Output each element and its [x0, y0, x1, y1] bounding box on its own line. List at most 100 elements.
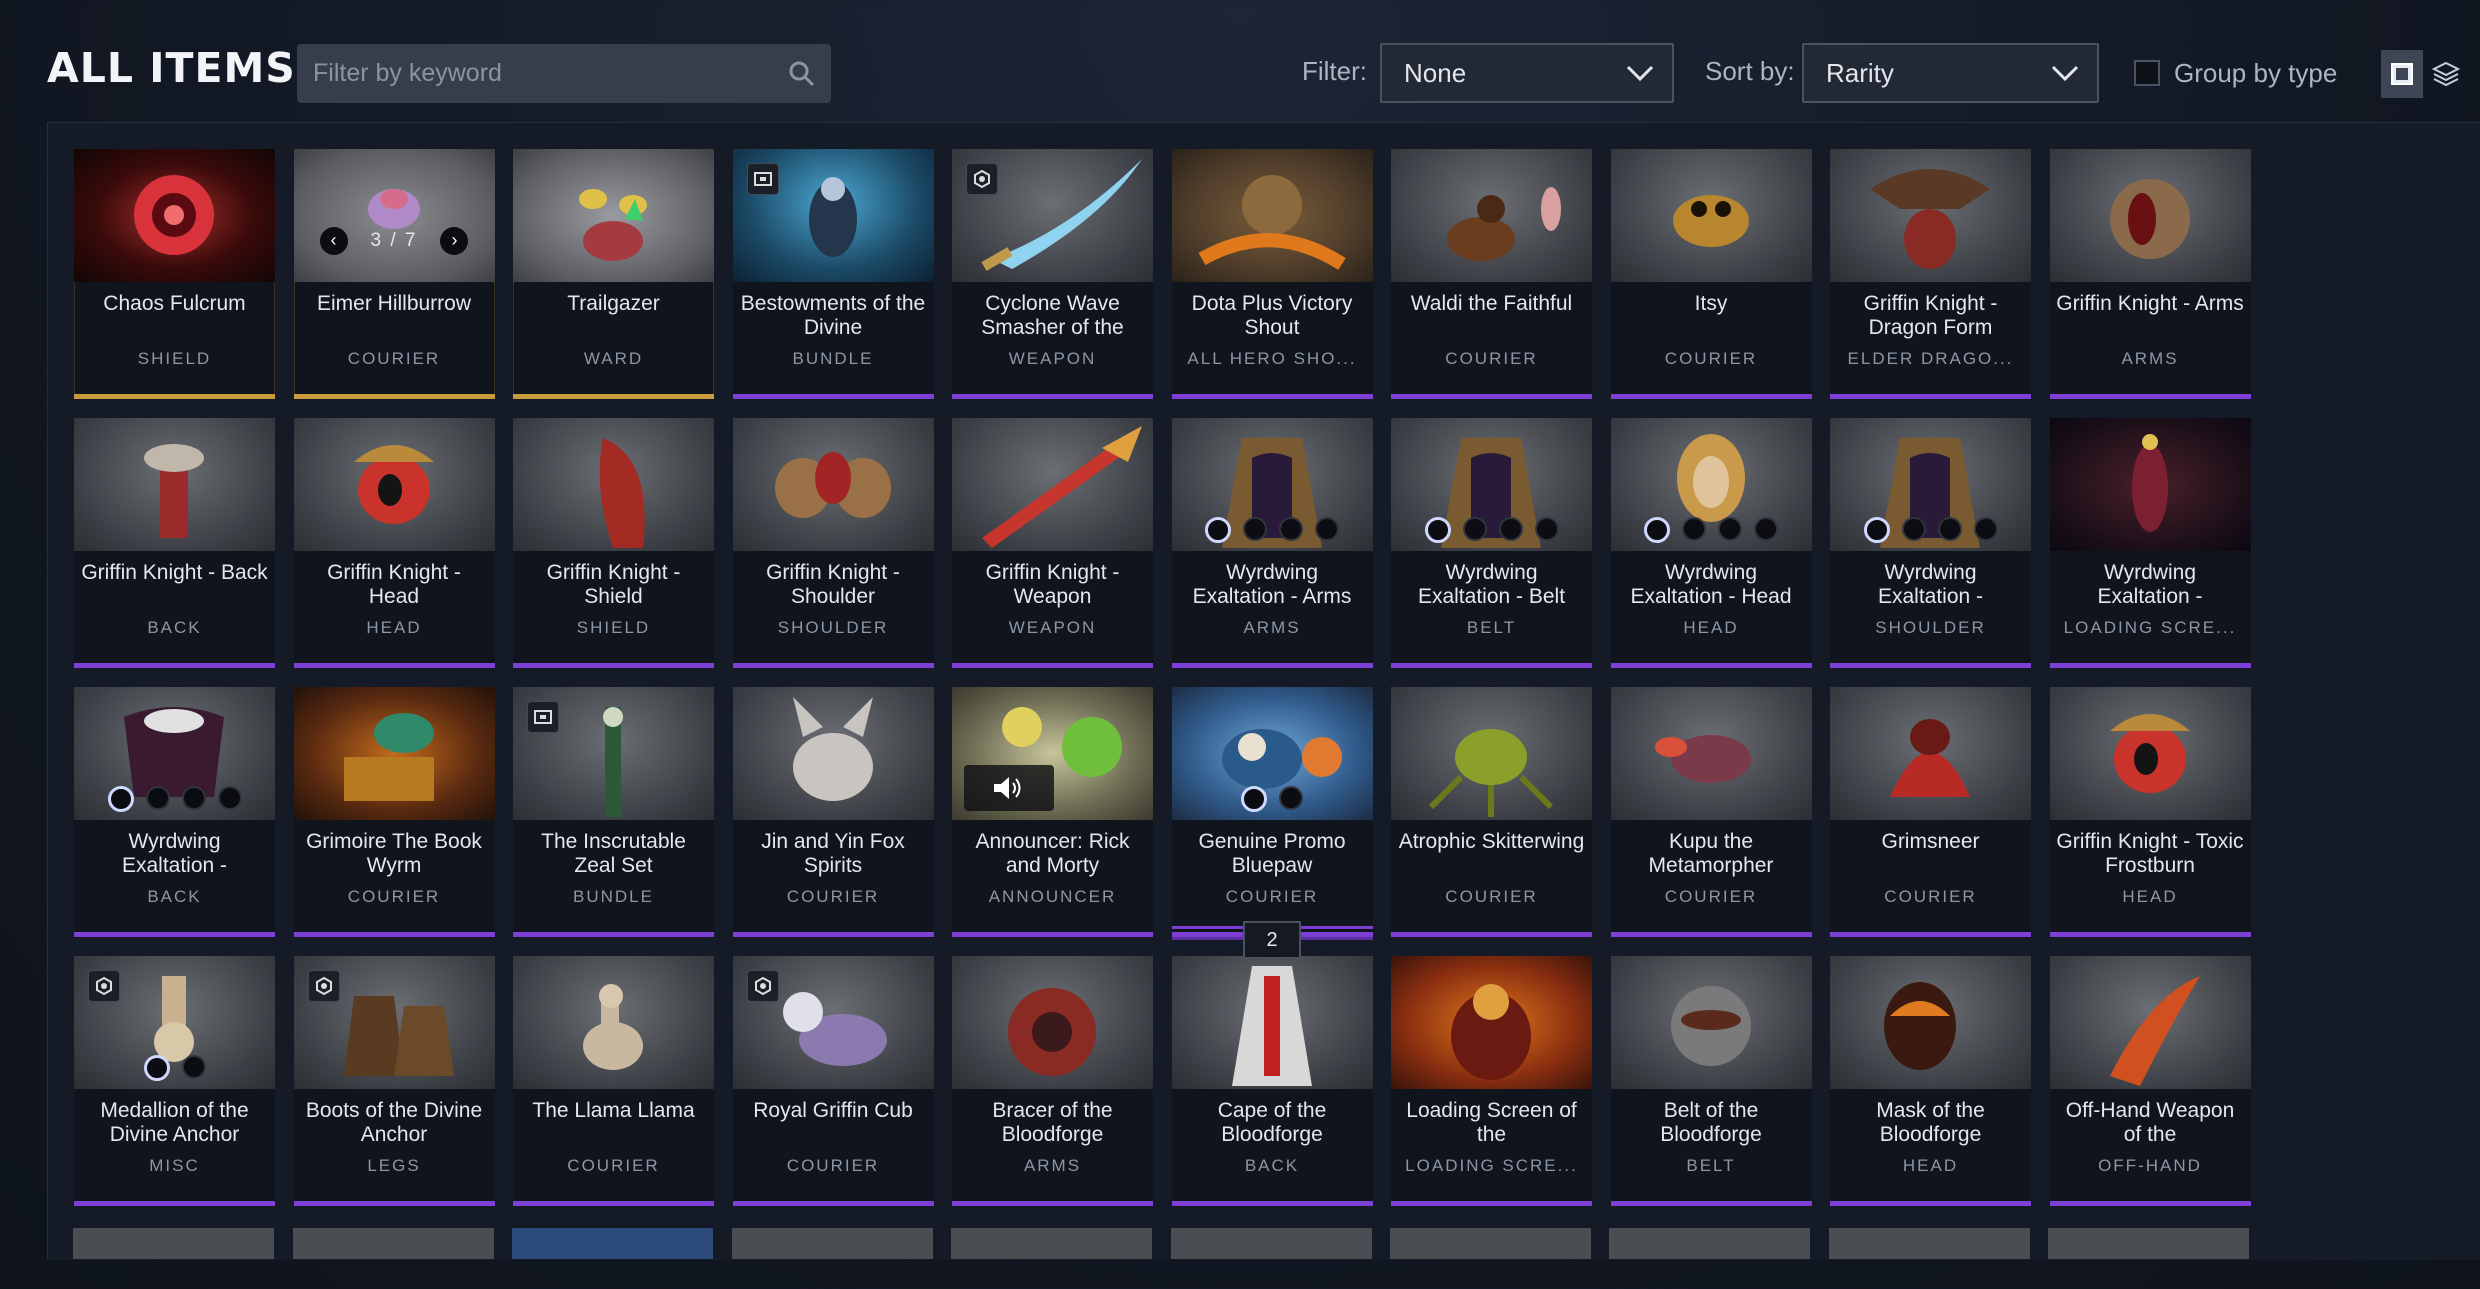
style-dot[interactable]	[145, 786, 170, 810]
style-dot[interactable]	[1241, 786, 1267, 812]
page-title: ALL ITEMS	[47, 44, 296, 92]
item-card[interactable]: Griffin Knight - Shield SHIELD	[513, 418, 714, 668]
item-type: ELDER DRAGO...	[1847, 349, 2014, 368]
item-card[interactable]: Cape of the Bloodforge BACK	[1171, 956, 1373, 1206]
style-dot[interactable]	[1973, 517, 1998, 541]
item-card[interactable]: The Inscrutable Zeal Set BUNDLE	[513, 687, 714, 937]
item-card[interactable]: Loading Screen of the LOADING SCRE...	[1391, 956, 1592, 1206]
item-card[interactable]: Medallion of the Divine Anchor MISC	[74, 956, 275, 1206]
group-by-type-checkbox[interactable]	[2134, 60, 2160, 86]
item-card[interactable]: Cyclone Wave Smasher of the WEAPON	[952, 149, 1153, 399]
partial-card[interactable]	[293, 1228, 494, 1259]
partial-card[interactable]	[1829, 1228, 2030, 1259]
item-card[interactable]: Griffin Knight - Toxic Frostburn HEAD	[2049, 687, 2251, 937]
rarity-bar	[952, 663, 1153, 668]
style-dot[interactable]	[1937, 517, 1962, 541]
style-dot[interactable]	[1863, 517, 1890, 543]
rarity-bar	[1391, 932, 1592, 937]
style-dot[interactable]	[1243, 517, 1267, 541]
item-card[interactable]: Wyrdwing Exaltation - Head HEAD	[1610, 418, 1812, 668]
style-dot[interactable]	[1205, 517, 1231, 543]
style-dot[interactable]	[1644, 517, 1670, 543]
style-dot[interactable]	[1901, 517, 1926, 541]
next-style-button[interactable]: ›	[440, 226, 469, 255]
item-card[interactable]: Trailgazer WARD	[513, 149, 714, 399]
item-card[interactable]: Griffin Knight - Arms ARMS	[2049, 149, 2251, 399]
rarity-bar	[293, 1201, 495, 1206]
partial-card[interactable]	[1609, 1228, 1810, 1259]
item-type: BUNDLE	[573, 887, 654, 906]
item-card[interactable]: Griffin Knight - Back BACK	[74, 418, 275, 668]
items-grid: Chaos Fulcrum SHIELD ‹ 3 / 7 › Eimer Hillburr…	[74, 149, 2251, 1206]
style-dot[interactable]	[217, 786, 242, 810]
partial-card[interactable]	[2048, 1228, 2249, 1259]
style-dot[interactable]	[1424, 517, 1451, 543]
item-card[interactable]: Kupu the Metamorpher COURIER	[1610, 687, 1812, 937]
partial-card[interactable]	[512, 1228, 713, 1259]
item-card[interactable]: Grimsneer COURIER	[1830, 687, 2031, 937]
item-name: Wyrdwing Exaltation -	[1877, 561, 1984, 608]
filter-dropdown[interactable]: None	[1380, 43, 1674, 103]
item-card[interactable]: Belt of the Bloodforge BELT	[1610, 956, 1812, 1206]
item-card[interactable]: Wyrdwing Exaltation - LOADING SCRE...	[2049, 418, 2251, 668]
rarity-bar	[513, 932, 714, 937]
style-dot[interactable]	[143, 1055, 170, 1081]
item-card[interactable]: Dota Plus Victory Shout ALL HERO SHO...	[1171, 149, 1373, 399]
rarity-bar	[1610, 663, 1812, 668]
item-card[interactable]: Atrophic Skitterwing COURIER	[1391, 687, 1592, 937]
item-card[interactable]: Grimoire The Book Wyrm COURIER	[293, 687, 495, 937]
grid-view-button[interactable]	[2381, 50, 2423, 98]
partial-card[interactable]	[73, 1228, 274, 1259]
item-card[interactable]: Boots of the Divine Anchor LEGS	[293, 956, 495, 1206]
style-dot[interactable]	[1682, 517, 1706, 541]
style-icon	[966, 163, 998, 195]
item-type: MISC	[149, 1156, 200, 1175]
prev-style-button[interactable]: ‹	[319, 226, 348, 255]
item-card[interactable]: Griffin Knight - Weapon WEAPON	[952, 418, 1153, 668]
item-card[interactable]: Wyrdwing Exaltation - BACK	[74, 687, 275, 937]
search-box[interactable]	[297, 44, 831, 103]
style-dot[interactable]	[1754, 517, 1778, 541]
style-dot[interactable]	[181, 1055, 206, 1079]
stacked-view-button[interactable]	[2425, 50, 2467, 98]
style-dot[interactable]	[1279, 786, 1303, 810]
stack-count-badge[interactable]: 2	[1243, 921, 1301, 959]
partial-card[interactable]	[951, 1228, 1152, 1259]
style-dot[interactable]	[107, 786, 134, 812]
item-card[interactable]: Itsy COURIER	[1610, 149, 1812, 399]
search-icon[interactable]	[787, 59, 817, 89]
speaker-icon[interactable]	[964, 765, 1054, 811]
style-dot[interactable]	[1718, 517, 1742, 541]
item-card[interactable]: Announcer: Rick and Morty ANNOUNCER	[952, 687, 1153, 937]
item-card[interactable]: Griffin Knight - Shoulder SHOULDER	[732, 418, 934, 668]
style-dot[interactable]	[1462, 517, 1487, 541]
item-card[interactable]: Mask of the Bloodforge HEAD	[1830, 956, 2031, 1206]
item-card[interactable]: Wyrdwing Exaltation - Belt BELT	[1391, 418, 1592, 668]
style-dot[interactable]	[1498, 517, 1523, 541]
item-card[interactable]: Chaos Fulcrum SHIELD	[74, 149, 275, 399]
square-view-icon	[2391, 63, 2413, 85]
item-card[interactable]: Off-Hand Weapon of the OFF-HAND	[2049, 956, 2251, 1206]
item-card[interactable]: Genuine Promo Bluepaw COURIER 2	[1171, 687, 1373, 959]
partial-card[interactable]	[1390, 1228, 1591, 1259]
partial-card[interactable]	[732, 1228, 933, 1259]
item-card[interactable]: Wyrdwing Exaltation - SHOULDER	[1830, 418, 2031, 668]
item-card[interactable]: Waldi the Faithful COURIER	[1391, 149, 1592, 399]
item-card[interactable]: The Llama Llama COURIER	[513, 956, 714, 1206]
sort-dropdown[interactable]: Rarity	[1802, 43, 2099, 103]
item-card[interactable]: Jin and Yin Fox Spirits COURIER	[732, 687, 934, 937]
item-card[interactable]: ‹ 3 / 7 › Eimer Hillburrow COURIER	[293, 149, 495, 399]
item-card[interactable]: Wyrdwing Exaltation - Arms ARMS	[1171, 418, 1373, 668]
item-card[interactable]: Royal Griffin Cub COURIER	[732, 956, 934, 1206]
style-dot[interactable]	[181, 786, 206, 810]
item-image	[1610, 956, 1812, 1089]
item-card[interactable]: Bracer of the Bloodforge ARMS	[952, 956, 1153, 1206]
search-input[interactable]	[311, 58, 787, 89]
item-card[interactable]: Griffin Knight - Dragon Form ELDER DRAGO.…	[1830, 149, 2031, 399]
item-card[interactable]: Bestowments of the Divine BUNDLE	[732, 149, 934, 399]
style-dot[interactable]	[1315, 517, 1339, 541]
item-card[interactable]: Griffin Knight - Head HEAD	[293, 418, 495, 668]
partial-card[interactable]	[1171, 1228, 1372, 1259]
style-dot[interactable]	[1534, 517, 1559, 541]
style-dot[interactable]	[1279, 517, 1303, 541]
